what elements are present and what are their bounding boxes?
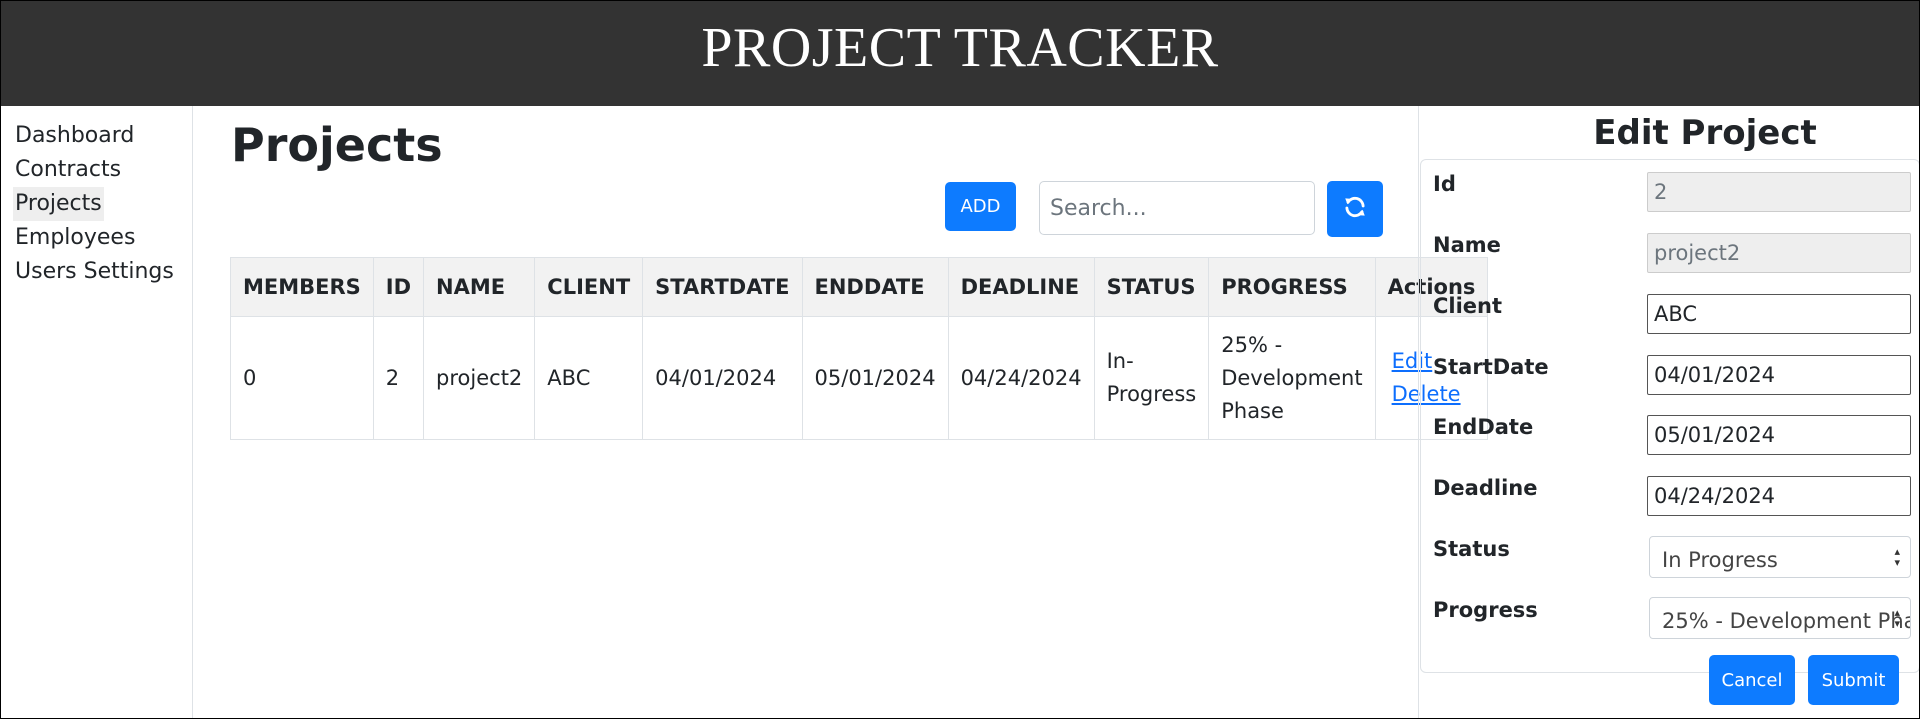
edit-project-form: Id Name Client StartDate EndDate Deadlin…	[1420, 159, 1920, 673]
submit-button[interactable]: Submit	[1808, 655, 1899, 705]
cell-members: 0	[230, 316, 374, 440]
app-header: PROJECT TRACKER	[0, 0, 1920, 106]
deadline-label: Deadline	[1433, 476, 1538, 500]
column-header-startdate: STARTDATE	[642, 257, 803, 317]
progress-label: Progress	[1433, 598, 1538, 622]
enddate-field[interactable]	[1647, 415, 1911, 455]
column-header-deadline: DEADLINE	[947, 257, 1095, 317]
client-label: Client	[1433, 294, 1503, 318]
startdate-label: StartDate	[1433, 355, 1549, 379]
progress-select[interactable]: 25% - Development Phase ▴▾	[1649, 597, 1911, 639]
cancel-button[interactable]: Cancel	[1709, 655, 1795, 705]
sidebar-item-dashboard[interactable]: Dashboard	[13, 119, 136, 153]
main-content: Projects ADD MEMBERS ID NAME CLIENT STAR…	[193, 106, 1489, 719]
table-header-row: MEMBERS ID NAME CLIENT STARTDATE ENDDATE…	[230, 257, 1489, 317]
column-header-enddate: ENDDATE	[801, 257, 949, 317]
id-field[interactable]	[1647, 172, 1911, 212]
sidebar-item-employees[interactable]: Employees	[13, 221, 137, 255]
select-arrows-icon: ▴ ▾	[1894, 606, 1900, 630]
enddate-label: EndDate	[1433, 415, 1534, 439]
column-header-progress: PROGRESS	[1208, 257, 1376, 317]
name-field[interactable]	[1647, 233, 1911, 273]
page-title: Projects	[231, 118, 443, 172]
column-header-members: MEMBERS	[230, 257, 374, 317]
status-select[interactable]: In Progress ▴ ▾	[1649, 536, 1911, 578]
startdate-field[interactable]	[1647, 355, 1911, 395]
sidebar-item-projects[interactable]: Projects	[13, 187, 104, 221]
column-header-status: STATUS	[1093, 257, 1210, 317]
status-label: Status	[1433, 537, 1510, 561]
edit-project-panel: Edit Project Id Name Client StartDate En…	[1418, 106, 1920, 719]
search-input[interactable]	[1039, 181, 1315, 235]
projects-table: MEMBERS ID NAME CLIENT STARTDATE ENDDATE…	[230, 257, 1489, 440]
cell-startdate: 04/01/2024	[642, 316, 803, 440]
cell-id: 2	[372, 316, 425, 440]
table-row: 0 2 project2 ABC 04/01/2024 05/01/2024 0…	[230, 316, 1489, 440]
id-label: Id	[1433, 172, 1456, 196]
add-button[interactable]: ADD	[945, 182, 1016, 231]
cell-status: In-Progress	[1093, 316, 1210, 440]
refresh-icon	[1342, 194, 1368, 224]
cell-name: project2	[423, 316, 536, 440]
cell-progress: 25% - Development Phase	[1208, 316, 1376, 440]
refresh-button[interactable]	[1327, 181, 1383, 237]
name-label: Name	[1433, 233, 1501, 257]
edit-panel-title: Edit Project	[1593, 113, 1817, 153]
sidebar-item-contracts[interactable]: Contracts	[13, 153, 123, 187]
sidebar: Dashboard Contracts Projects Employees U…	[0, 106, 193, 719]
deadline-field[interactable]	[1647, 476, 1911, 516]
column-header-client: CLIENT	[534, 257, 644, 317]
column-header-id: ID	[372, 257, 425, 317]
cell-deadline: 04/24/2024	[947, 316, 1095, 440]
column-header-name: NAME	[423, 257, 536, 317]
projects-table-wrapper: MEMBERS ID NAME CLIENT STARTDATE ENDDATE…	[230, 257, 1489, 440]
cell-enddate: 05/01/2024	[801, 316, 949, 440]
select-arrows-icon: ▴ ▾	[1894, 545, 1900, 569]
progress-select-value: 25% - Development Phase	[1662, 609, 1910, 633]
status-select-value: In Progress	[1662, 548, 1778, 572]
cell-client: ABC	[534, 316, 644, 440]
client-field[interactable]	[1647, 294, 1911, 334]
sidebar-item-users-settings[interactable]: Users Settings	[13, 255, 176, 289]
app-title: PROJECT TRACKER	[701, 17, 1219, 79]
